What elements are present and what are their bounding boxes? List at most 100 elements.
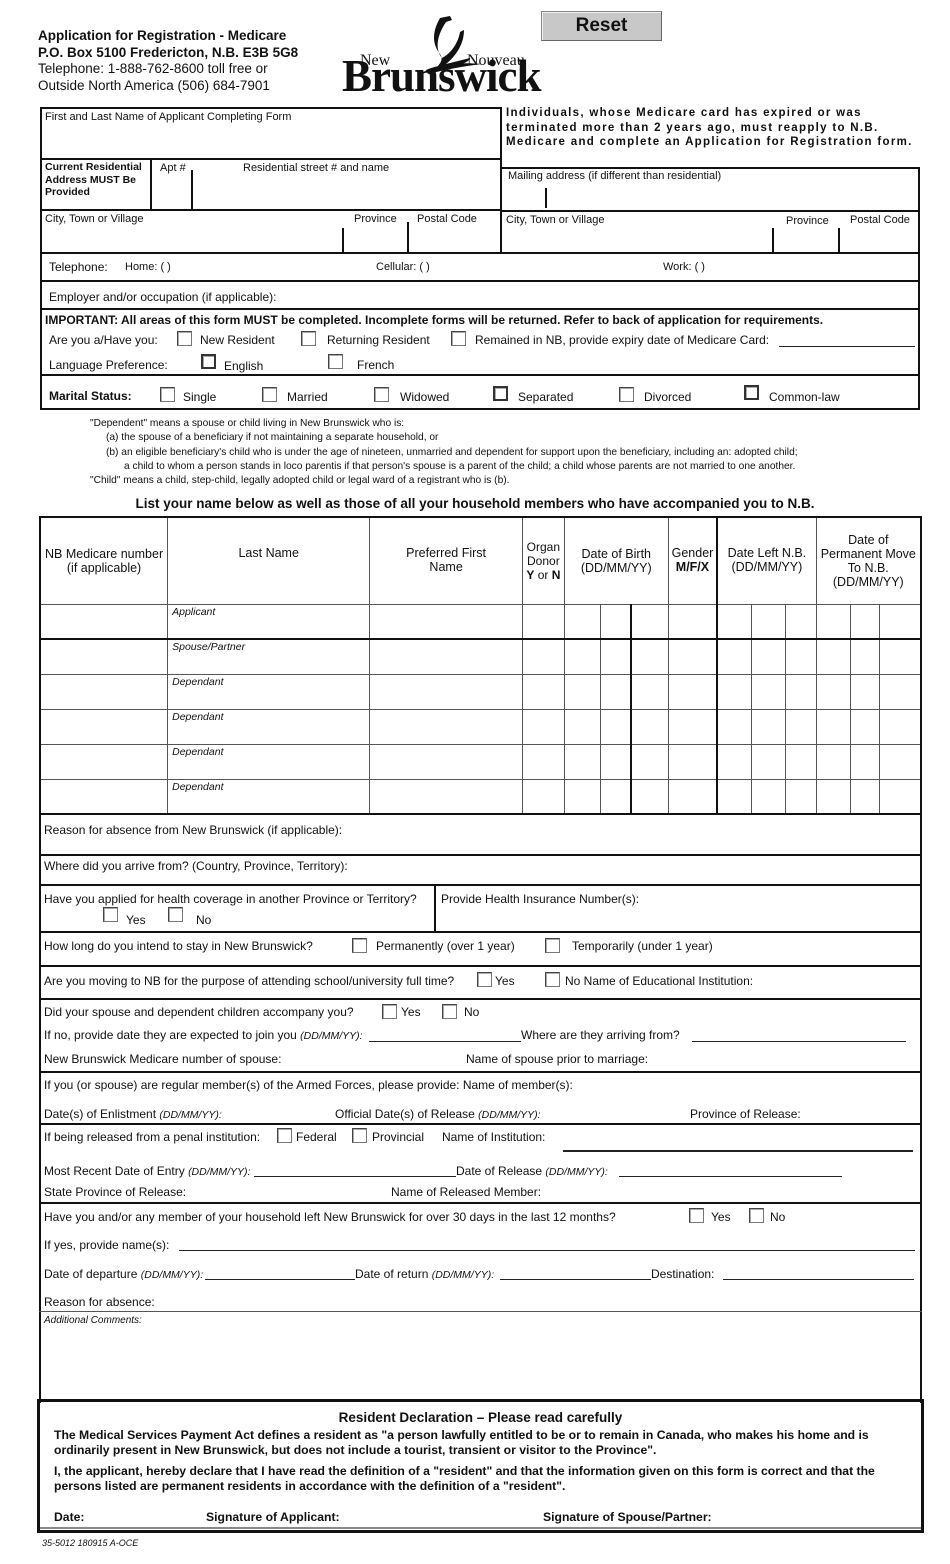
date-move-month-cell[interactable] [849, 778, 881, 815]
province-release-field[interactable] [806, 1103, 916, 1121]
coverage-yes-checkbox[interactable] [103, 907, 118, 922]
date-move-year-cell[interactable] [879, 708, 922, 745]
dob-year-cell[interactable] [630, 673, 669, 710]
applicant-name-field[interactable] [44, 124, 498, 158]
dob-day-cell[interactable] [563, 638, 601, 675]
medicare-number-cell[interactable] [39, 603, 169, 640]
date-left-year-cell[interactable] [784, 743, 817, 780]
state-province-release-field[interactable] [192, 1182, 382, 1199]
arrive-from-field[interactable] [360, 857, 916, 879]
date-left-day-cell[interactable] [716, 743, 752, 780]
date-move-year-cell[interactable] [879, 778, 922, 815]
mailing-city-field[interactable] [504, 226, 772, 252]
gender-cell[interactable] [667, 673, 718, 710]
first-name-cell[interactable] [369, 778, 523, 815]
dob-year-cell[interactable] [630, 638, 669, 675]
widowed-checkbox[interactable] [374, 387, 389, 402]
remained-in-nb-checkbox[interactable] [451, 331, 466, 346]
date-left-month-cell[interactable] [750, 743, 786, 780]
apt-field[interactable] [153, 175, 191, 209]
dob-day-cell[interactable] [563, 603, 601, 640]
date-move-year-cell[interactable] [879, 603, 922, 640]
dob-day-cell[interactable] [563, 673, 601, 710]
organ-donor-cell[interactable] [521, 778, 565, 815]
permanently-checkbox[interactable] [352, 938, 367, 953]
home-phone-field[interactable] [215, 257, 365, 277]
reason-field[interactable] [160, 1292, 916, 1309]
date-left-year-cell[interactable] [784, 778, 817, 815]
dob-month-cell[interactable] [599, 778, 632, 815]
date-move-day-cell[interactable] [815, 778, 851, 815]
organ-donor-cell[interactable] [521, 673, 565, 710]
medicare-number-cell[interactable] [39, 638, 169, 675]
first-name-cell[interactable] [369, 708, 523, 745]
dob-day-cell[interactable] [563, 708, 601, 745]
date-left-day-cell[interactable] [716, 778, 752, 815]
departure-field[interactable] [205, 1279, 355, 1280]
return-field[interactable] [500, 1279, 651, 1280]
date-release-field[interactable] [619, 1176, 842, 1177]
accompany-yes-checkbox[interactable] [382, 1004, 397, 1019]
date-move-month-cell[interactable] [849, 603, 881, 640]
common-law-checkbox[interactable] [744, 385, 759, 400]
additional-comments-field[interactable] [44, 1328, 916, 1398]
medicare-number-cell[interactable] [39, 673, 169, 710]
new-resident-checkbox[interactable] [177, 331, 192, 346]
organ-donor-cell[interactable] [521, 638, 565, 675]
date-move-month-cell[interactable] [849, 673, 881, 710]
date-move-year-cell[interactable] [879, 638, 922, 675]
coverage-no-checkbox[interactable] [168, 907, 183, 922]
divorced-checkbox[interactable] [619, 387, 634, 402]
if-yes-names-field[interactable] [179, 1250, 915, 1251]
dob-year-cell[interactable] [630, 778, 669, 815]
postal-code-field[interactable] [410, 226, 498, 252]
province-field[interactable] [345, 226, 407, 252]
date-move-month-cell[interactable] [849, 708, 881, 745]
organ-donor-cell[interactable] [521, 708, 565, 745]
first-name-cell[interactable] [369, 743, 523, 780]
married-checkbox[interactable] [262, 387, 277, 402]
enlistment-field[interactable] [228, 1103, 328, 1121]
left-nb-yes-checkbox[interactable] [689, 1208, 704, 1223]
date-left-day-cell[interactable] [716, 603, 752, 640]
last-name-cell[interactable]: Spouse/Partner [167, 638, 371, 675]
last-name-cell[interactable]: Dependant [167, 743, 371, 780]
french-checkbox[interactable] [328, 354, 343, 369]
date-left-day-cell[interactable] [716, 708, 752, 745]
gender-cell[interactable] [667, 778, 718, 815]
recent-entry-field[interactable] [254, 1176, 456, 1177]
applicant-signature-field[interactable] [350, 1506, 530, 1524]
date-left-month-cell[interactable] [750, 708, 786, 745]
provincial-checkbox[interactable] [352, 1128, 367, 1143]
dob-year-cell[interactable] [630, 708, 669, 745]
dob-month-cell[interactable] [599, 743, 632, 780]
declaration-date-field[interactable] [100, 1506, 200, 1524]
last-name-cell[interactable]: Dependant [167, 708, 371, 745]
spouse-medicare-field[interactable] [292, 1049, 457, 1067]
date-left-year-cell[interactable] [784, 708, 817, 745]
returning-resident-checkbox[interactable] [301, 331, 316, 346]
date-move-year-cell[interactable] [879, 743, 922, 780]
date-left-month-cell[interactable] [750, 603, 786, 640]
organ-donor-cell[interactable] [521, 743, 565, 780]
mailing-province-field[interactable] [775, 226, 837, 252]
dob-month-cell[interactable] [599, 673, 632, 710]
gender-cell[interactable] [667, 708, 718, 745]
arriving-from-field[interactable] [692, 1041, 906, 1042]
date-move-year-cell[interactable] [879, 673, 922, 710]
street-field[interactable] [194, 175, 498, 209]
date-move-day-cell[interactable] [815, 603, 851, 640]
dob-day-cell[interactable] [563, 778, 601, 815]
join-date-field[interactable] [369, 1041, 521, 1042]
date-move-day-cell[interactable] [815, 673, 851, 710]
mailing-address-field[interactable] [504, 183, 916, 208]
armed-forces-members-field[interactable] [592, 1075, 916, 1093]
date-left-year-cell[interactable] [784, 638, 817, 675]
institution-name-field[interactable] [563, 1150, 913, 1152]
date-left-month-cell[interactable] [750, 638, 786, 675]
released-member-field[interactable] [548, 1182, 916, 1199]
last-name-cell[interactable]: Applicant [167, 603, 371, 640]
gender-cell[interactable] [667, 743, 718, 780]
federal-checkbox[interactable] [277, 1128, 292, 1143]
school-yes-checkbox[interactable] [477, 972, 492, 987]
